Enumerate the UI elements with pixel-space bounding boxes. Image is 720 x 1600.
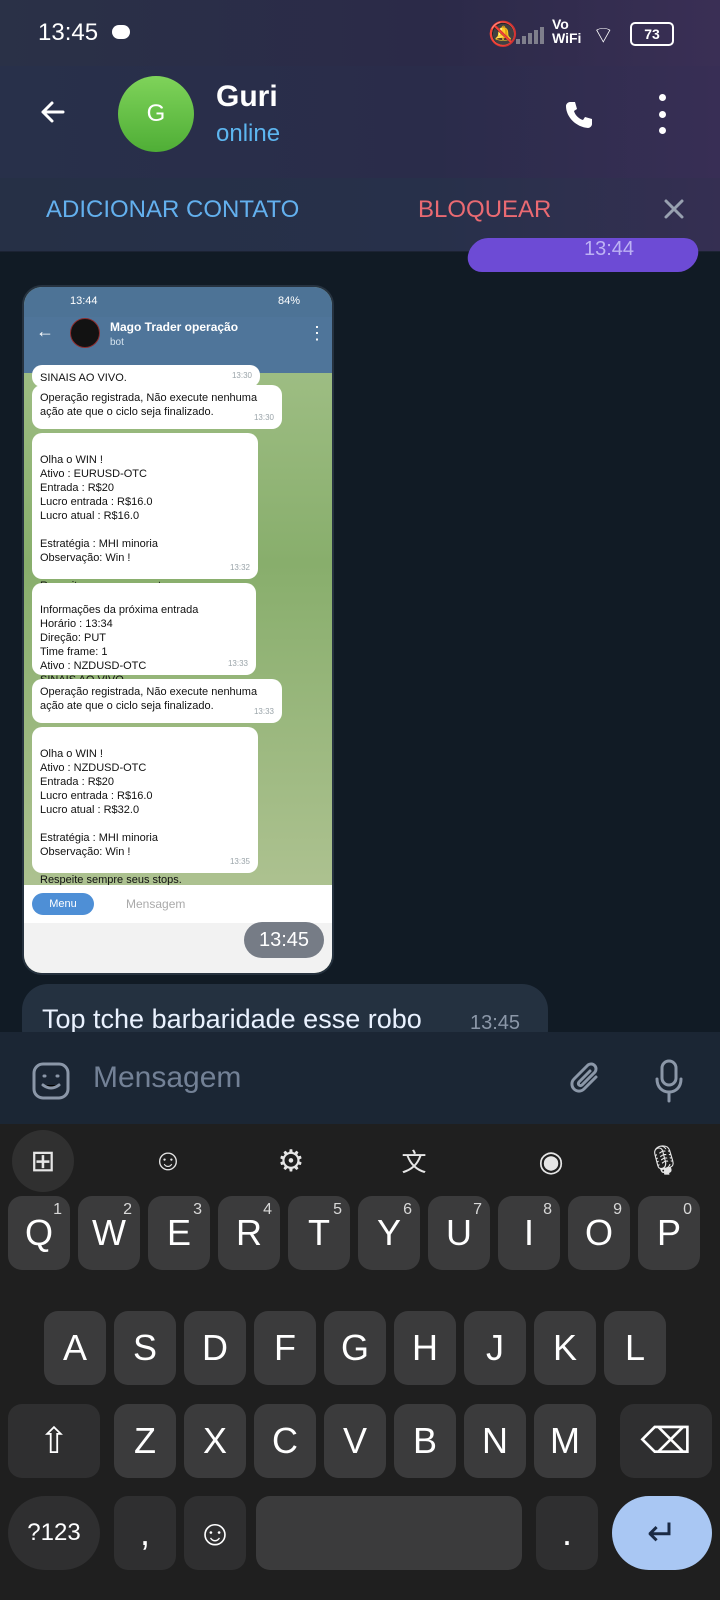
screenshot-message-4: Informações da próxima entrada Horário :… [32, 583, 256, 686]
keyboard-microphone-icon[interactable]: 🎙 [633, 1130, 695, 1192]
key-g[interactable]: G [324, 1311, 386, 1385]
shared-screenshot-image[interactable]: 13:44 84% ← Mago Trader operação bot ⋮ S… [22, 285, 334, 975]
chat-header [0, 66, 720, 178]
add-contact-button[interactable]: ADICIONAR CONTATO [46, 196, 299, 224]
enter-icon: ↵ [646, 1512, 678, 1553]
screenshot-menu-button: Menu [32, 893, 94, 915]
key-y[interactable]: Y6 [358, 1196, 420, 1270]
key-x[interactable]: X [184, 1404, 246, 1478]
sticker-icon[interactable] [30, 1060, 72, 1102]
key-j[interactable]: J [464, 1311, 526, 1385]
key-r[interactable]: R4 [218, 1196, 280, 1270]
outgoing-message-partial [465, 238, 701, 272]
incoming-message-text: Top tche barbaridade esse robo [42, 1004, 422, 1034]
key-u[interactable]: U7 [428, 1196, 490, 1270]
key-w[interactable]: W2 [78, 1196, 140, 1270]
shift-key[interactable]: ⇧ [8, 1404, 100, 1478]
screenshot-message-6: Olha o WIN ! Ativo : NZDUSD-OTC Entrada … [32, 727, 258, 886]
attach-icon[interactable] [567, 1060, 605, 1102]
screenshot-chat-subtitle: bot [110, 337, 124, 348]
screenshot-more-icon: ⋮ [308, 323, 326, 343]
key-t[interactable]: T5 [288, 1196, 350, 1270]
battery-icon: 73 [630, 22, 674, 46]
period-key[interactable]: . [536, 1496, 598, 1570]
key-b[interactable]: B [394, 1404, 456, 1478]
key-c[interactable]: C [254, 1404, 316, 1478]
translate-icon[interactable]: 文 [383, 1130, 445, 1192]
screenshot-input-placeholder: Mensagem [126, 897, 186, 911]
emoji-icon: ☺ [196, 1512, 234, 1553]
screenshot-chat-title: Mago Trader operação [110, 320, 239, 334]
backspace-icon: ⌫ [640, 1420, 692, 1461]
key-o[interactable]: O9 [568, 1196, 630, 1270]
screenshot-message-5: Operação registrada, Não execute nenhuma… [32, 679, 282, 723]
screenshot-battery: 84% [278, 295, 301, 307]
key-q[interactable]: Q1 [8, 1196, 70, 1270]
image-timestamp: 13:45 [244, 922, 324, 958]
chat-icon [112, 25, 130, 39]
key-a[interactable]: A [44, 1311, 106, 1385]
key-m[interactable]: M [534, 1404, 596, 1478]
screenshot-back-icon: ← [36, 321, 54, 341]
backspace-key[interactable]: ⌫ [620, 1404, 712, 1478]
screenshot-message-1: SINAIS AO VIVO. 13:30 [32, 365, 260, 387]
mute-icon: 🔕 [488, 21, 518, 48]
shift-icon: ⇧ [38, 1420, 70, 1461]
space-key[interactable] [256, 1496, 522, 1570]
phone-icon[interactable] [556, 93, 600, 137]
key-n[interactable]: N [464, 1404, 526, 1478]
key-s[interactable]: S [114, 1311, 176, 1385]
vowifi-label: Vo WiFi [552, 16, 582, 46]
key-l[interactable]: L [604, 1311, 666, 1385]
key-v[interactable]: V [324, 1404, 386, 1478]
message-input[interactable]: Mensagem [93, 1061, 241, 1095]
key-i[interactable]: I8 [498, 1196, 560, 1270]
close-icon[interactable] [660, 195, 688, 223]
key-d[interactable]: D [184, 1311, 246, 1385]
screenshot-message-2: Operação registrada, Não execute nenhuma… [32, 385, 282, 429]
key-p[interactable]: P0 [638, 1196, 700, 1270]
key-k[interactable]: K [534, 1311, 596, 1385]
screenshot-time: 13:44 [70, 295, 98, 307]
settings-gear-icon[interactable]: ⚙ [260, 1130, 322, 1192]
screenshot-bot-avatar [70, 318, 100, 348]
more-menu-icon[interactable] [650, 94, 674, 134]
contact-status: online [216, 120, 281, 147]
back-icon[interactable] [32, 92, 72, 132]
outgoing-time: 13:44 [584, 238, 635, 260]
key-f[interactable]: F [254, 1311, 316, 1385]
status-time: 13:45 [38, 19, 99, 46]
microphone-icon[interactable] [651, 1058, 687, 1104]
symbols-key[interactable]: ?123 [8, 1496, 100, 1570]
screenshot-message-3: Olha o WIN ! Ativo : EURUSD-OTC Entrada … [32, 433, 258, 592]
avatar[interactable]: G [118, 76, 194, 152]
block-button[interactable]: BLOQUEAR [418, 196, 551, 224]
contact-name[interactable]: Guri [216, 80, 278, 114]
key-e[interactable]: E3 [148, 1196, 210, 1270]
comma-key[interactable]: , [114, 1496, 176, 1570]
apps-grid-icon[interactable]: ⊞ [12, 1130, 74, 1192]
sticker-keyboard-icon[interactable]: ☺ [137, 1130, 199, 1192]
emoji-key[interactable]: ☺ [184, 1496, 246, 1570]
battery-level: 73 [644, 26, 660, 42]
wifi-icon: ⌔ [592, 22, 615, 49]
key-z[interactable]: Z [114, 1404, 176, 1478]
enter-key[interactable]: ↵ [612, 1496, 712, 1570]
theme-palette-icon[interactable]: ◉ [520, 1130, 582, 1192]
key-h[interactable]: H [394, 1311, 456, 1385]
signal-icon [516, 26, 546, 44]
